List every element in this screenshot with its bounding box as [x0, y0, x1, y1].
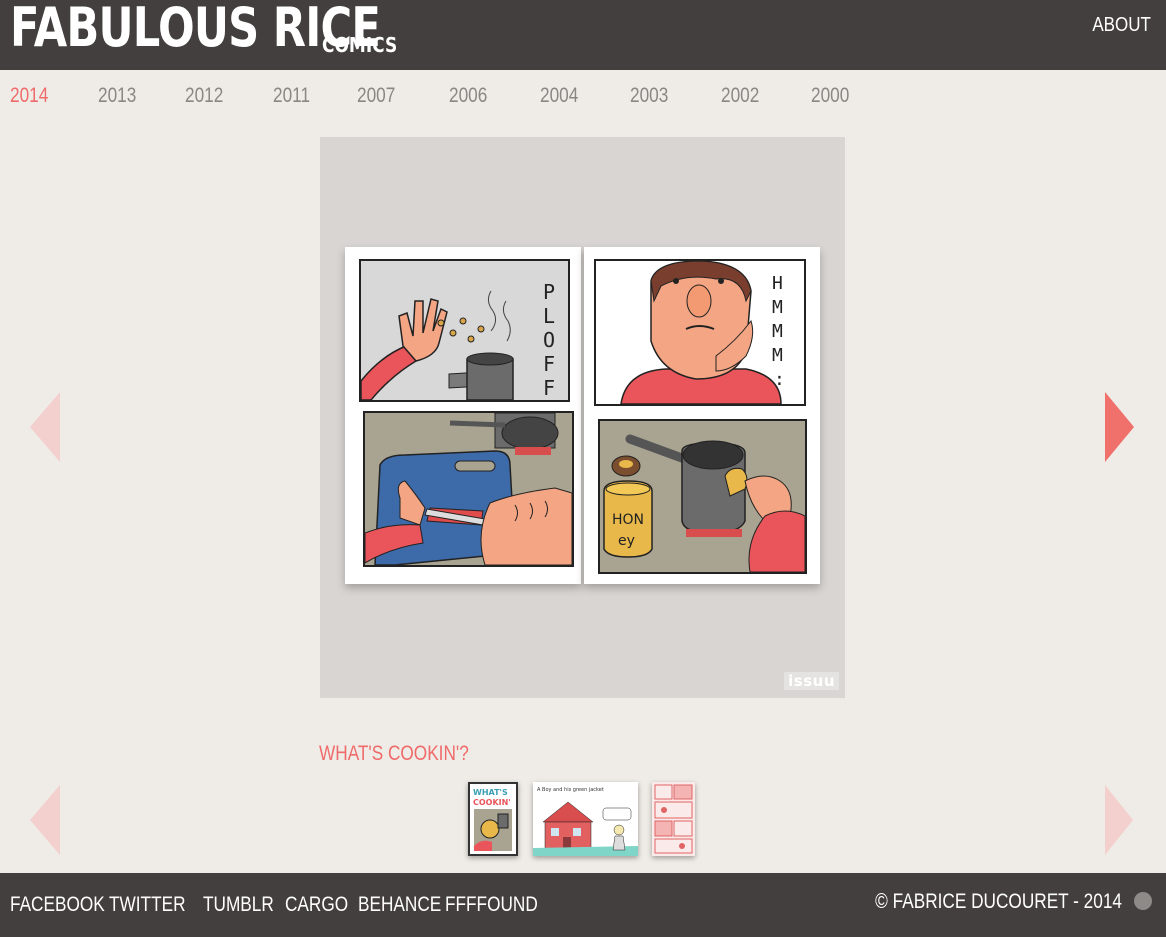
about-link[interactable]: ABOUT: [1092, 14, 1151, 37]
footer-link-twitter[interactable]: TWITTER: [109, 893, 186, 917]
year-link-2014[interactable]: 2014: [10, 84, 48, 108]
comic-thumbnail-house-story[interactable]: A Boy and his green jacket: [533, 782, 638, 856]
comic-panel-1: P L O F F: [359, 259, 570, 402]
year-link-2003[interactable]: 2003: [630, 84, 668, 108]
panel-illustration: H M M M :: [620, 261, 785, 404]
year-link-2011[interactable]: 2011: [273, 84, 310, 108]
footer-link-facebook[interactable]: FACEBOOK: [10, 893, 105, 917]
panel-illustration: HON ey: [603, 434, 805, 572]
prev-arrow-icon[interactable]: [30, 392, 60, 462]
comic-page-right: H M M M : HON ey: [584, 247, 820, 584]
svg-text:COOKIN': COOKIN': [473, 798, 511, 807]
next-arrow-icon[interactable]: [1105, 392, 1134, 462]
comic-panel-2: H M M M :: [594, 259, 806, 406]
prev-arrow-icon[interactable]: [30, 785, 60, 855]
svg-text:P: P: [543, 280, 555, 304]
svg-text:M: M: [772, 345, 783, 366]
circle-dot-icon[interactable]: [1134, 892, 1152, 910]
comic-panel-4: HON ey: [598, 419, 807, 574]
thumbnail-image: WHAT'S COOKIN': [470, 784, 516, 854]
next-arrow-icon[interactable]: [1105, 785, 1133, 855]
copyright-text: © FABRICE DUCOURET - 2014: [875, 890, 1122, 913]
thumbnail-image: [652, 782, 695, 856]
svg-text:H: H: [772, 273, 783, 294]
comic-panel-3: [363, 411, 574, 567]
svg-text:L: L: [543, 304, 555, 328]
svg-text:HON: HON: [612, 512, 644, 528]
svg-text:WHAT'S: WHAT'S: [473, 788, 508, 797]
footer-link-cargo[interactable]: CARGO: [285, 893, 348, 917]
year-link-2012[interactable]: 2012: [185, 84, 223, 108]
site-logo-subtitle: COMICS: [322, 33, 398, 57]
comic-thumbnail-whats-cookin[interactable]: WHAT'S COOKIN': [468, 782, 518, 856]
thumbnail-image: A Boy and his green jacket: [533, 782, 638, 856]
header: FABULOUS RICE COMICS ABOUT: [0, 0, 1166, 70]
panel-illustration: P L O F F: [361, 280, 555, 400]
comic-spread: P L O F F H M M M: HON ey: [345, 247, 820, 584]
svg-text:M: M: [772, 321, 783, 342]
issuu-watermark[interactable]: issuu: [784, 672, 839, 690]
svg-text::: :: [774, 369, 785, 390]
year-link-2004[interactable]: 2004: [540, 84, 578, 108]
comic-viewer[interactable]: P L O F F H M M M: HON ey issuu: [320, 137, 845, 698]
svg-text:ey: ey: [618, 533, 635, 549]
year-link-2000[interactable]: 2000: [811, 84, 849, 108]
svg-text:O: O: [543, 328, 555, 352]
panel-illustration: [365, 413, 572, 565]
comic-title: WHAT'S COOKIN'?: [319, 742, 469, 765]
footer-link-ffffound[interactable]: FFFFOUND: [445, 893, 538, 917]
svg-text:M: M: [772, 297, 783, 318]
svg-text:A Boy and his green jacket: A Boy and his green jacket: [537, 787, 604, 793]
comic-thumbnail-pink-comic[interactable]: [652, 782, 695, 856]
year-link-2013[interactable]: 2013: [98, 84, 136, 108]
footer-link-behance[interactable]: BEHANCE: [358, 893, 441, 917]
year-link-2002[interactable]: 2002: [721, 84, 759, 108]
footer-link-tumblr[interactable]: TUMBLR: [203, 893, 274, 917]
footer: FACEBOOK TWITTER TUMBLR CARGO BEHANCE FF…: [0, 873, 1166, 937]
year-link-2007[interactable]: 2007: [357, 84, 395, 108]
svg-text:F: F: [543, 376, 555, 400]
svg-text:F: F: [543, 352, 555, 376]
year-link-2006[interactable]: 2006: [449, 84, 487, 108]
year-nav: 2014 2013 2012 2011 2007 2006 2004 2003 …: [0, 84, 870, 114]
comic-page-left: P L O F F: [345, 247, 581, 584]
